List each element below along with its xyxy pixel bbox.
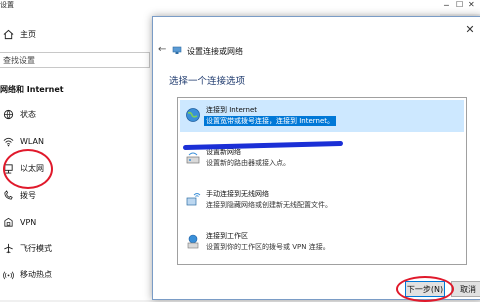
globe-network-icon (185, 106, 201, 124)
option-manual-wireless[interactable]: 手动连接到无线网络 连接到隐藏网络或创建新无线配置文件。 (180, 184, 464, 216)
option-title: 手动连接到无线网络 (206, 190, 269, 198)
network-setup-icon (172, 45, 182, 55)
option-workplace[interactable]: 连接到工作区 设置到你的工作区的拨号或 VPN 连接。 (180, 226, 464, 258)
option-title: 连接到工作区 (206, 232, 248, 240)
nav-item-label: 拨号 (20, 190, 36, 200)
setup-connection-dialog: ✕ ← 设置连接或网络 选择一个连接选项 连接到 Internet 设置宽带或拨… (152, 16, 480, 302)
nav-item-hotspot[interactable]: 移动热点 (0, 265, 150, 283)
nav-item-airplane[interactable]: 飞行模式 (0, 239, 150, 257)
search-placeholder: 查找设置 (3, 55, 35, 65)
nav-item-vpn[interactable]: VPN (0, 213, 150, 231)
router-icon (185, 148, 201, 166)
nav-item-wlan[interactable]: WLAN (0, 132, 150, 150)
dialog-close-button[interactable]: ✕ (463, 22, 477, 36)
vpn-icon (2, 216, 14, 228)
hotspot-icon (2, 268, 14, 280)
back-arrow-icon[interactable]: ← (158, 44, 166, 55)
cancel-button[interactable]: 取消 (451, 281, 480, 297)
option-description: 设置到你的工作区的拨号或 VPN 连接。 (206, 243, 330, 251)
nav-item-status[interactable]: 状态 (0, 105, 150, 123)
nav-home-label: 主页 (20, 29, 36, 39)
dialog-caption-bar: ✕ (153, 17, 480, 41)
airplane-icon (2, 242, 14, 254)
maximize-button[interactable]: ☐ (456, 0, 463, 9)
dialup-icon (2, 189, 14, 201)
home-icon (2, 28, 14, 40)
nav-item-label: 移动热点 (20, 269, 52, 279)
wireless-setup-icon (185, 190, 201, 208)
settings-search-input[interactable]: 查找设置 (0, 52, 150, 68)
nav-item-label: VPN (20, 217, 37, 227)
nav-home[interactable]: 主页 (0, 25, 150, 43)
dialog-prompt: 选择一个连接选项 (169, 76, 246, 87)
option-connect-internet[interactable]: 连接到 Internet 设置宽带或拨号连接，连接到 Internet。 (180, 100, 464, 132)
option-description: 设置宽带或拨号连接，连接到 Internet。 (204, 116, 337, 126)
nav-item-dialup[interactable]: 拨号 (0, 186, 150, 204)
workplace-icon (185, 232, 201, 250)
wifi-icon (2, 135, 14, 147)
settings-title: 设置 (0, 1, 14, 9)
globe-icon (2, 108, 14, 120)
annotation-circle (3, 149, 53, 189)
option-title: 连接到 Internet (206, 106, 258, 114)
nav-item-label: 飞行模式 (20, 243, 52, 253)
nav-item-label: WLAN (20, 136, 45, 146)
dialog-title: 设置连接或网络 (187, 47, 243, 56)
nav-item-label: 状态 (20, 109, 36, 119)
section-heading: 网络和 Internet (0, 85, 64, 94)
connection-options-list: 连接到 Internet 设置宽带或拨号连接，连接到 Internet。 设置新… (177, 97, 467, 265)
option-description: 连接到隐藏网络或创建新无线配置文件。 (206, 201, 332, 209)
close-button[interactable]: ✕ (468, 0, 475, 9)
minimize-button[interactable]: ─ (444, 1, 449, 10)
settings-window-controls: ─ ☐ ✕ (440, 0, 480, 14)
option-description: 设置新的路由器或接入点。 (206, 159, 290, 167)
annotation-circle (396, 276, 454, 302)
